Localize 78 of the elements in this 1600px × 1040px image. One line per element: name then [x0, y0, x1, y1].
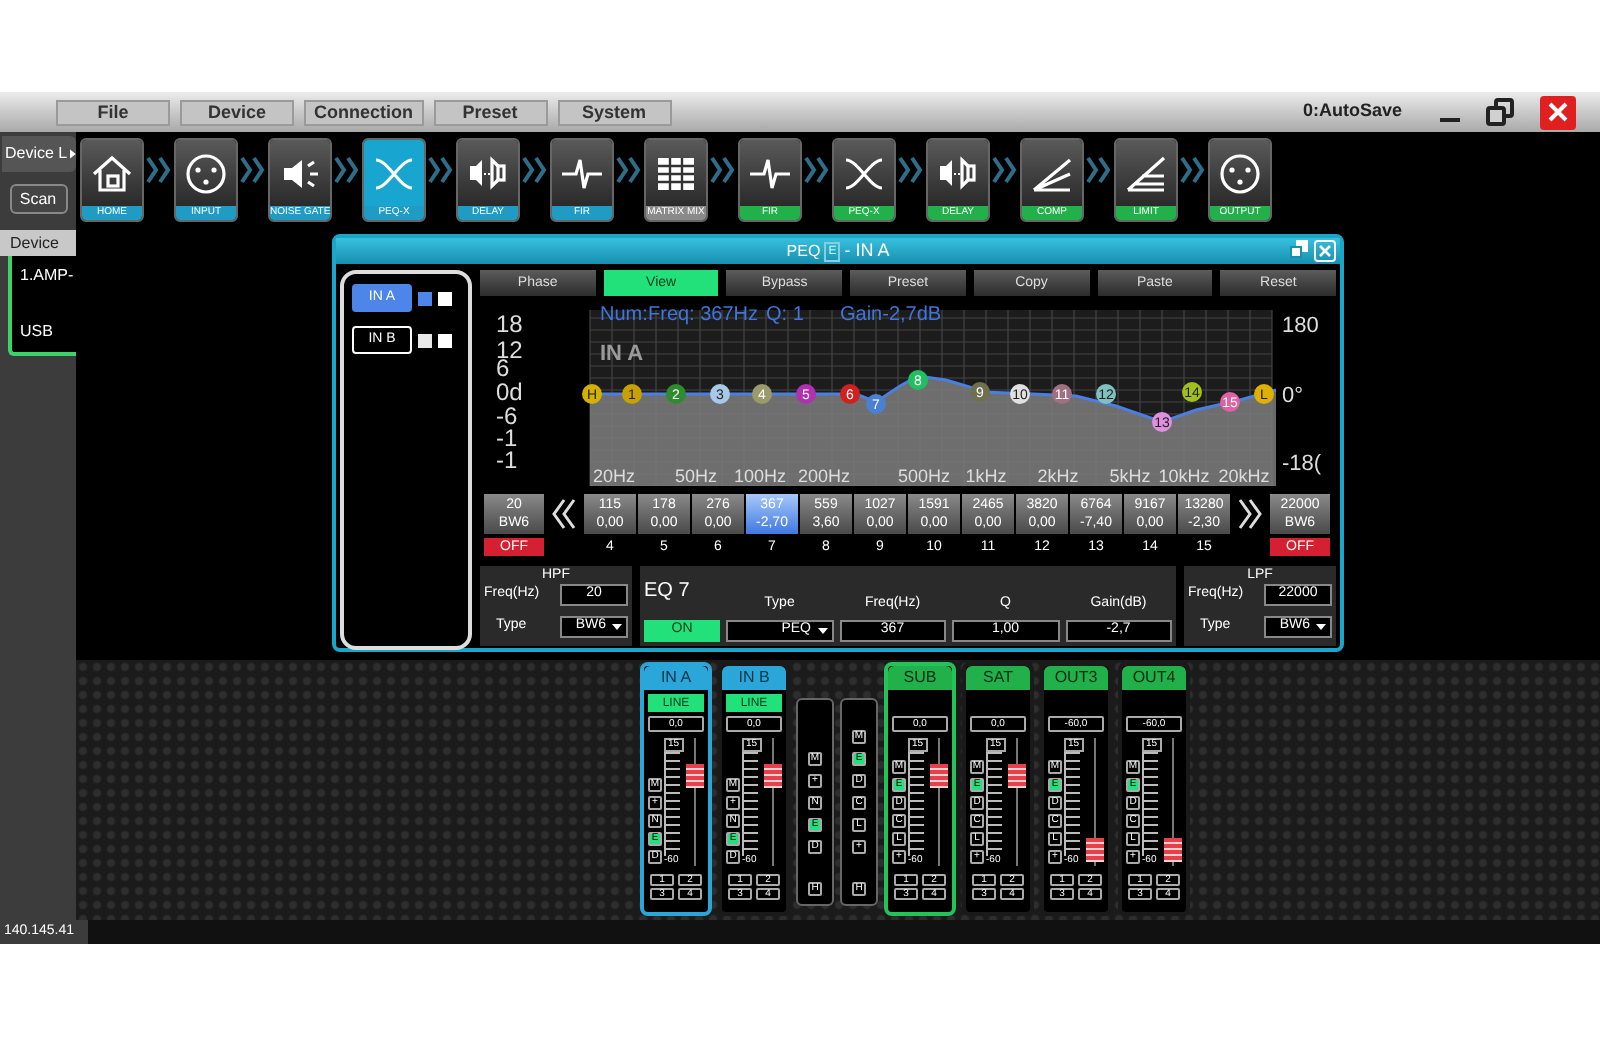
close-icon — [1318, 244, 1332, 258]
axis-label: 1kHz — [965, 466, 1007, 486]
scale-ticks — [986, 752, 1002, 856]
fader-thumb[interactable] — [1164, 838, 1182, 863]
fader-thumb[interactable] — [764, 764, 782, 788]
scale-ticks — [1064, 752, 1080, 856]
readout-text: Gain-2,7dB — [840, 304, 942, 326]
fader-track[interactable] — [764, 738, 782, 866]
close-button[interactable] — [1540, 95, 1576, 129]
axis-label: -1 — [496, 446, 518, 474]
scale-ticks — [742, 752, 758, 856]
fader-thumb[interactable] — [930, 764, 948, 788]
chevrons-right-icon — [1238, 494, 1262, 534]
phase-label: 0° — [1282, 384, 1304, 408]
scale-ticks — [664, 752, 680, 856]
caret-icon — [1316, 624, 1326, 630]
readout-text: Freq: 367Hz — [648, 304, 759, 326]
phase-label: -18( — [1282, 452, 1322, 476]
link-checkbox[interactable] — [418, 333, 432, 347]
axis-label: -6 — [496, 402, 518, 430]
readout-text: Q: 1 — [766, 304, 804, 326]
fader-thumb[interactable] — [1008, 764, 1026, 788]
device-tab[interactable]: Device — [0, 230, 76, 256]
channel-name: OUT4 — [1122, 666, 1186, 690]
caret-icon — [612, 624, 622, 630]
window-title: PEQ — [786, 239, 821, 263]
checkbox[interactable] — [438, 291, 452, 305]
channel-name: OUT3 — [1044, 666, 1108, 690]
autosave-label: 0:AutoSave — [1302, 98, 1402, 125]
scale-ticks — [1142, 752, 1158, 856]
fader-track[interactable] — [930, 738, 948, 866]
channel-title: - IN A — [844, 237, 890, 264]
phase-label: 180 — [1282, 314, 1319, 338]
axis-label: 0d — [496, 378, 523, 406]
channel-name: SAT — [966, 666, 1030, 690]
axis-label: 50Hz — [675, 466, 717, 486]
channel-name: IN B — [722, 666, 786, 690]
chevrons-left-icon — [552, 494, 576, 534]
axis-label: 200Hz — [798, 466, 850, 486]
fader-track[interactable] — [1086, 738, 1104, 866]
graph-label: IN A — [600, 342, 644, 366]
fader-track[interactable] — [1164, 738, 1182, 866]
channel-name: IN A — [644, 666, 708, 690]
triangle-icon — [69, 146, 75, 162]
menu-item[interactable]: Device — [180, 99, 294, 125]
axis-label: 20kHz — [1218, 466, 1270, 486]
axis-label: 2kHz — [1037, 466, 1079, 486]
axis-label: 10kHz — [1158, 466, 1210, 486]
fader-thumb[interactable] — [1086, 838, 1104, 863]
caret-icon — [817, 628, 827, 634]
menu-item[interactable]: Preset — [433, 99, 547, 125]
menu-item[interactable]: System — [557, 99, 671, 125]
fader-track[interactable] — [1008, 738, 1026, 866]
device-item[interactable]: 1.AMP- — [20, 264, 76, 288]
checkbox[interactable] — [438, 333, 452, 347]
connector-icon — [1216, 149, 1264, 197]
eq-title: EQ 7 — [644, 578, 692, 606]
menu-item[interactable]: File — [56, 99, 170, 125]
menu-item[interactable]: Connection — [304, 99, 423, 125]
axis-label: 18 — [496, 310, 523, 338]
axis-label: 20Hz — [593, 466, 635, 486]
axis-label: 5kHz — [1109, 466, 1151, 486]
restore-button[interactable] — [1486, 97, 1516, 127]
axis-label: 500Hz — [898, 466, 950, 486]
device-item[interactable]: USB — [20, 320, 76, 344]
scan-button[interactable]: Scan — [9, 184, 67, 214]
readout-text: Num: — [600, 304, 648, 326]
close-icon — [1546, 100, 1570, 124]
fader-thumb[interactable] — [686, 764, 704, 788]
scale-ticks — [908, 752, 924, 856]
channel-name: SUB — [888, 666, 952, 690]
fader-track[interactable] — [686, 738, 704, 866]
link-checkbox[interactable] — [418, 291, 432, 305]
axis-label: -1 — [496, 424, 518, 452]
axis-label: 100Hz — [734, 466, 786, 486]
connector-icon — [182, 149, 230, 197]
close-button[interactable] — [1314, 240, 1336, 262]
device-list-button[interactable]: Device L — [1, 136, 75, 172]
